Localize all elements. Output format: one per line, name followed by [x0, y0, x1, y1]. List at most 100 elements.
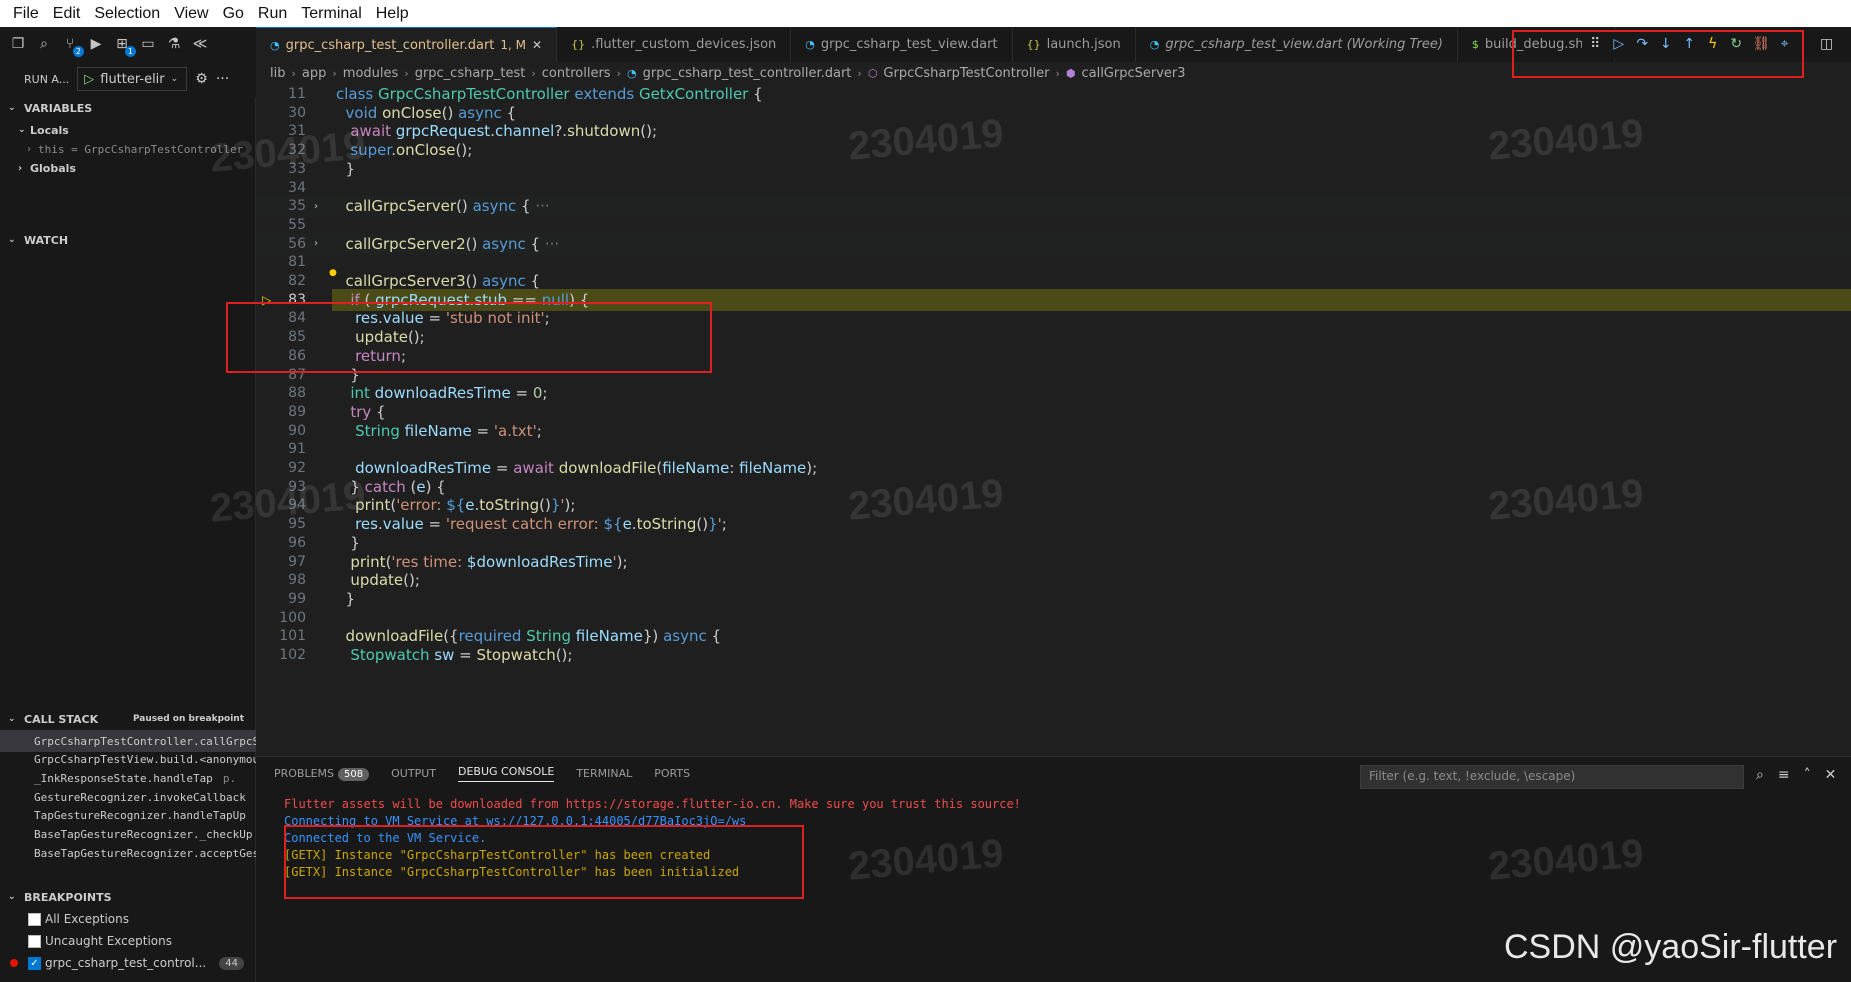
code-text: class GrpcCsharpTestController extends G…: [336, 85, 763, 103]
code-text: callGrpcServer3() async {: [345, 272, 541, 290]
callstack-frame-name: _InkResponseState.handleTap: [34, 771, 213, 785]
code-text: downloadFile({required String fileName})…: [345, 627, 722, 646]
chevron-right-icon: ›: [18, 162, 23, 174]
run-config-row: RUN A... ▷ flutter-elir ⌄ ⚙ ···: [0, 61, 256, 97]
watch-title: WATCH: [24, 233, 69, 247]
menu-item-selection[interactable]: Selection: [87, 0, 167, 27]
line-number: 89: [288, 403, 306, 420]
breadcrumb-item[interactable]: controllers: [542, 66, 611, 81]
line-number: 88: [288, 385, 306, 402]
panel-tab-label: TERMINAL: [576, 767, 633, 780]
panel-tab-terminal[interactable]: TERMINAL: [576, 767, 632, 780]
breakpoint-checkbox[interactable]: [28, 912, 41, 926]
breadcrumb-item[interactable]: GrpcCsharpTestController: [883, 66, 1049, 81]
breakpoint-checkbox[interactable]: ✓: [28, 956, 41, 970]
editor-tab[interactable]: ◔ grpc_csharp_test_view.dart (Working Tre…: [1136, 27, 1458, 62]
clear-console-icon[interactable]: ≡: [1778, 767, 1790, 783]
menu-item-edit[interactable]: Edit: [46, 0, 88, 27]
breadcrumb-item[interactable]: app: [302, 66, 326, 81]
editor-tab-label: grpc_csharp_test_controller.dart: [285, 37, 495, 53]
menu-item-file[interactable]: File: [6, 0, 46, 27]
line-number: 102: [279, 647, 306, 663]
run-view-title: RUN A...: [24, 72, 70, 86]
testing-icon[interactable]: ⚗: [164, 34, 184, 54]
editor-tab[interactable]: ◔ grpc_csharp_test_controller.dart 1, M ✕: [256, 27, 558, 62]
maximize-panel-icon[interactable]: ˄: [1804, 767, 1811, 783]
breadcrumb-item[interactable]: lib: [270, 66, 285, 81]
variables-title: VARIABLES: [24, 101, 93, 115]
editor-tab[interactable]: {} .flutter_custom_devices.json: [557, 27, 792, 62]
panel-tab-label: OUTPUT: [391, 767, 436, 780]
editor-tab[interactable]: {} launch.json: [1013, 27, 1136, 62]
search-icon[interactable]: ⌕: [1756, 767, 1764, 783]
breakpoint-item[interactable]: Uncaught Exceptions: [0, 930, 256, 952]
breadcrumb-item[interactable]: callGrpcServer3: [1081, 66, 1185, 81]
annotation-box-toolbar: [1512, 30, 1804, 78]
launch-config-dropdown[interactable]: ▷ flutter-elir ⌄: [77, 67, 188, 91]
search-icon[interactable]: ⌕: [34, 34, 54, 54]
callstack-frame[interactable]: BaseTapGestureRecognizer.acceptGes: [0, 842, 256, 864]
panel-tab-problems[interactable]: PROBLEMS 508: [274, 767, 370, 781]
menu-item-terminal[interactable]: Terminal: [294, 0, 368, 27]
breadcrumb-item[interactable]: grpc_csharp_test: [415, 66, 526, 81]
callstack-frame-name: GestureRecognizer.invokeCallback: [34, 790, 246, 804]
callstack-section-header[interactable]: ⌄ CALL STACK Paused on breakpoint: [0, 708, 256, 730]
debug-sidebar: ⌄ VARIABLES ⌄ Locals › this = GrpcCsharp…: [0, 97, 256, 982]
chevron-right-icon: ›: [1055, 66, 1060, 80]
breakpoint-dot-icon: [10, 959, 18, 967]
breakpoint-label: Uncaught Exceptions: [45, 934, 172, 948]
remote-icon[interactable]: ▭: [138, 34, 158, 54]
problems-count-badge: 508: [338, 768, 370, 781]
dart-file-icon: ◔: [805, 38, 815, 51]
menu-item-help[interactable]: Help: [369, 0, 416, 27]
breakpoint-checkbox[interactable]: [28, 934, 41, 948]
launch-config-name: flutter-elir: [100, 71, 165, 87]
extensions-icon[interactable]: ⊞ 1: [112, 34, 136, 57]
code-editor[interactable]: 11 class GrpcCsharpTestController extends…: [256, 84, 1851, 756]
flutter-icon[interactable]: ≪: [190, 34, 210, 54]
callstack-status: Paused on breakpoint: [132, 714, 244, 724]
breadcrumb-item[interactable]: grpc_csharp_test_controller.dart: [643, 66, 852, 81]
start-debug-icon[interactable]: ▷: [84, 72, 94, 87]
panel-tab-debug-console[interactable]: DEBUG CONSOLE: [457, 765, 555, 782]
callstack-frame-name: BaseTapGestureRecognizer.acceptGes: [34, 846, 256, 860]
console-filter-input[interactable]: Filter (e.g. text, !exclude, \escape): [1360, 765, 1744, 789]
panel-tab-output[interactable]: OUTPUT: [391, 767, 436, 780]
close-icon[interactable]: ✕: [532, 38, 542, 52]
menu-item-view[interactable]: View: [167, 0, 215, 27]
panel-tab-ports[interactable]: PORTS: [654, 767, 690, 780]
chevron-right-icon[interactable]: ›: [314, 201, 318, 212]
json-file-icon: {}: [571, 38, 586, 51]
breakpoint-item[interactable]: All Exceptions: [0, 908, 256, 930]
code-text: String fileName = 'a.txt';: [355, 421, 542, 440]
gear-icon[interactable]: ⚙: [195, 71, 208, 87]
line-number: 92: [288, 460, 306, 476]
editor-tab-label: launch.json: [1046, 37, 1121, 52]
more-actions-icon[interactable]: ···: [216, 71, 229, 87]
editor-tab[interactable]: ◔ grpc_csharp_test_view.dart: [791, 27, 1013, 62]
locals-label: Locals: [30, 123, 69, 137]
line-number: 98: [288, 572, 306, 589]
explorer-icon[interactable]: ❐: [8, 34, 28, 54]
line-number: 101: [279, 628, 306, 645]
source-control-icon[interactable]: ⑂ 2: [60, 34, 84, 57]
breadcrumb-item[interactable]: modules: [343, 66, 399, 81]
chevron-right-icon: ›: [26, 143, 33, 155]
code-text: res.value = 'request catch error: ${e.to…: [355, 515, 727, 534]
breakpoints-section-header[interactable]: ⌄ BREAKPOINTS: [0, 886, 256, 908]
menu-item-go[interactable]: Go: [216, 0, 251, 27]
editor-tab-status: 1, M: [500, 38, 527, 52]
run-debug-icon[interactable]: ▶: [86, 34, 106, 54]
menu-item-run[interactable]: Run: [251, 0, 294, 27]
close-icon[interactable]: ✕: [1825, 767, 1837, 783]
watch-section-header[interactable]: ⌄ WATCH: [0, 229, 256, 251]
chevron-down-icon: ⌄: [170, 74, 179, 84]
chevron-right-icon[interactable]: ›: [314, 238, 318, 249]
code-text: Stopwatch sw = Stopwatch();: [350, 646, 573, 664]
chevron-right-icon: ›: [404, 66, 409, 80]
panel-actions: ⌕ ≡ ˄ ✕: [1756, 767, 1836, 783]
split-editor-icon[interactable]: ◫: [1820, 36, 1833, 52]
breakpoint-item[interactable]: ✓ grpc_csharp_test_control... 44: [0, 952, 256, 974]
line-number: 56: [288, 235, 306, 252]
variables-section-header[interactable]: ⌄ VARIABLES: [0, 97, 256, 119]
